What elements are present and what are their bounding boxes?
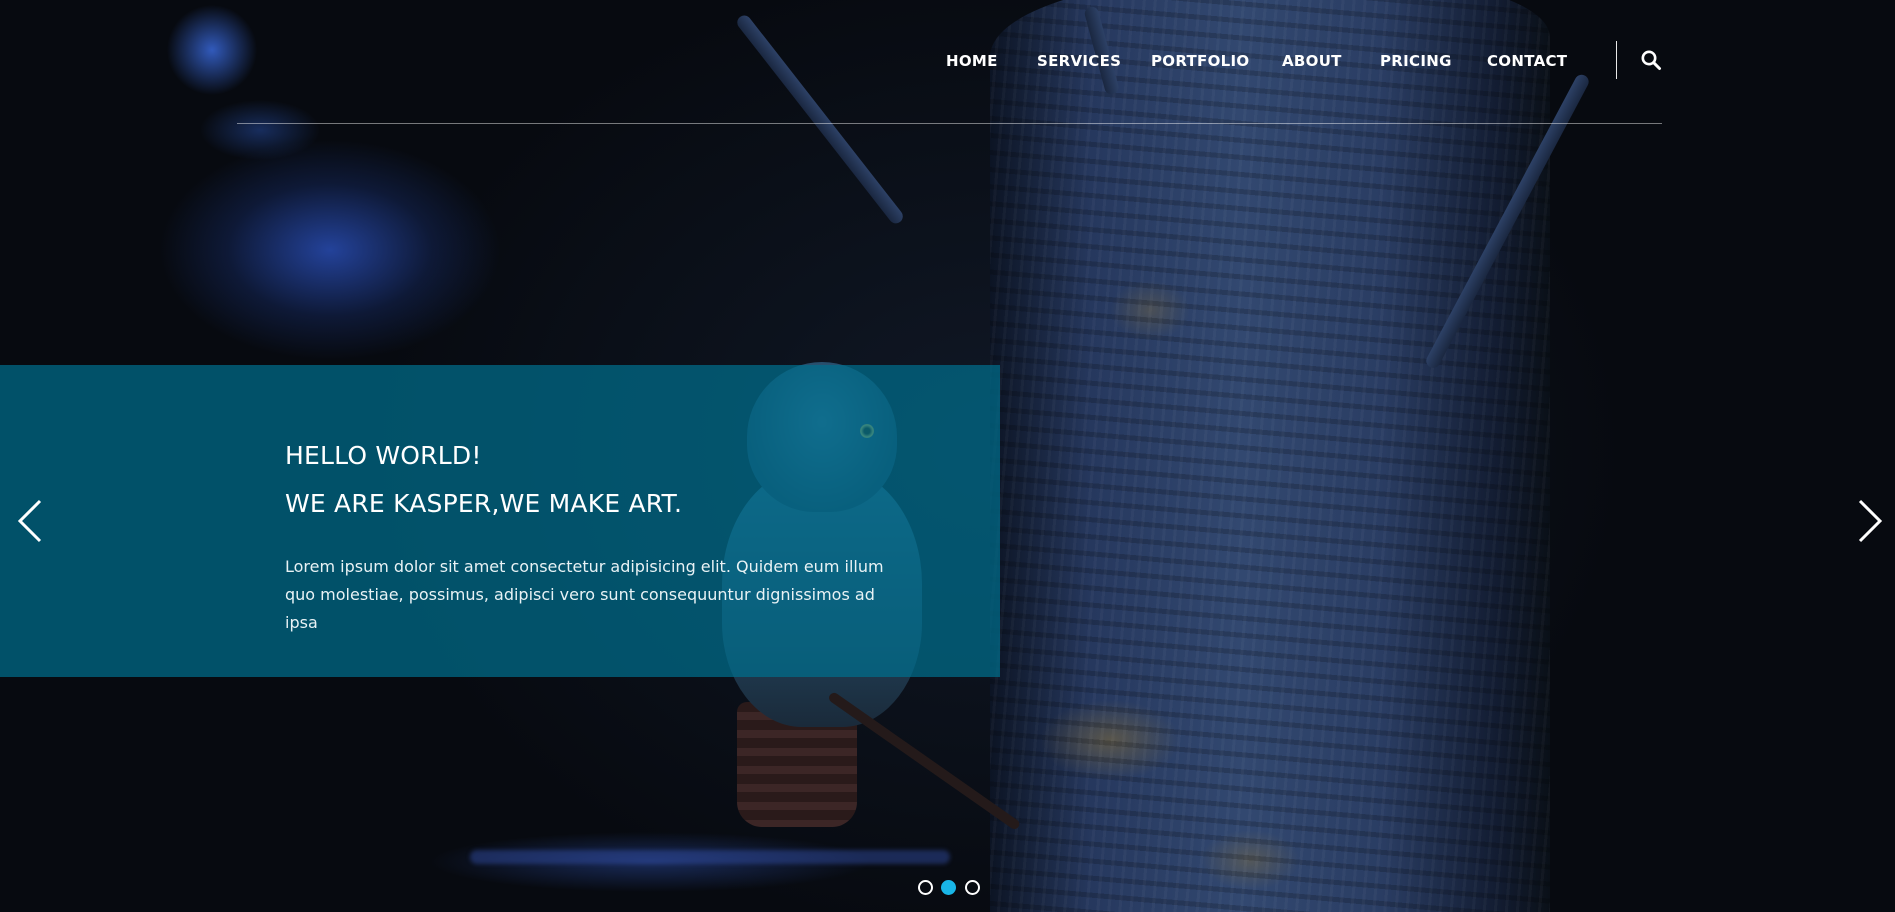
nav-item-portfolio[interactable]: PORTFOLIO: [1151, 52, 1249, 70]
search-icon[interactable]: [1640, 49, 1662, 71]
nav-item-contact[interactable]: CONTACT: [1487, 52, 1567, 70]
hero-caption-panel: HELLO WORLD! WE ARE KASPER,WE MAKE ART. …: [0, 365, 1000, 677]
slider-dot-1[interactable]: [918, 880, 933, 895]
search-icon-graphic: [1641, 50, 1661, 70]
prev-slide-arrow: [17, 499, 42, 543]
nav-item-pricing[interactable]: PRICING: [1380, 52, 1452, 70]
nav-item-services[interactable]: SERVICES: [1037, 52, 1121, 70]
slider-dot-2-active[interactable]: [941, 880, 956, 895]
twig-image: [470, 850, 950, 864]
slider-dot-3[interactable]: [965, 880, 980, 895]
hero-section: HOME SERVICES PORTFOLIO ABOUT PRICING CO…: [0, 0, 1895, 912]
hero-description: Lorem ipsum dolor sit amet consectetur a…: [285, 557, 884, 632]
tree-trunk-image: [990, 0, 1550, 912]
next-slide-arrow: [1858, 499, 1883, 543]
hero-heading-line1: HELLO WORLD!: [285, 441, 482, 470]
nav-divider: [1616, 41, 1617, 79]
chevron-right-icon[interactable]: [1848, 495, 1888, 547]
hero-heading-line2: WE ARE KASPER,WE MAKE ART.: [285, 489, 683, 518]
header-divider: [237, 123, 1662, 124]
main-navigation: HOME SERVICES PORTFOLIO ABOUT PRICING CO…: [0, 40, 1895, 80]
nav-item-about[interactable]: ABOUT: [1282, 52, 1342, 70]
chevron-left-icon[interactable]: [12, 495, 52, 547]
nav-item-home[interactable]: HOME: [946, 52, 998, 70]
